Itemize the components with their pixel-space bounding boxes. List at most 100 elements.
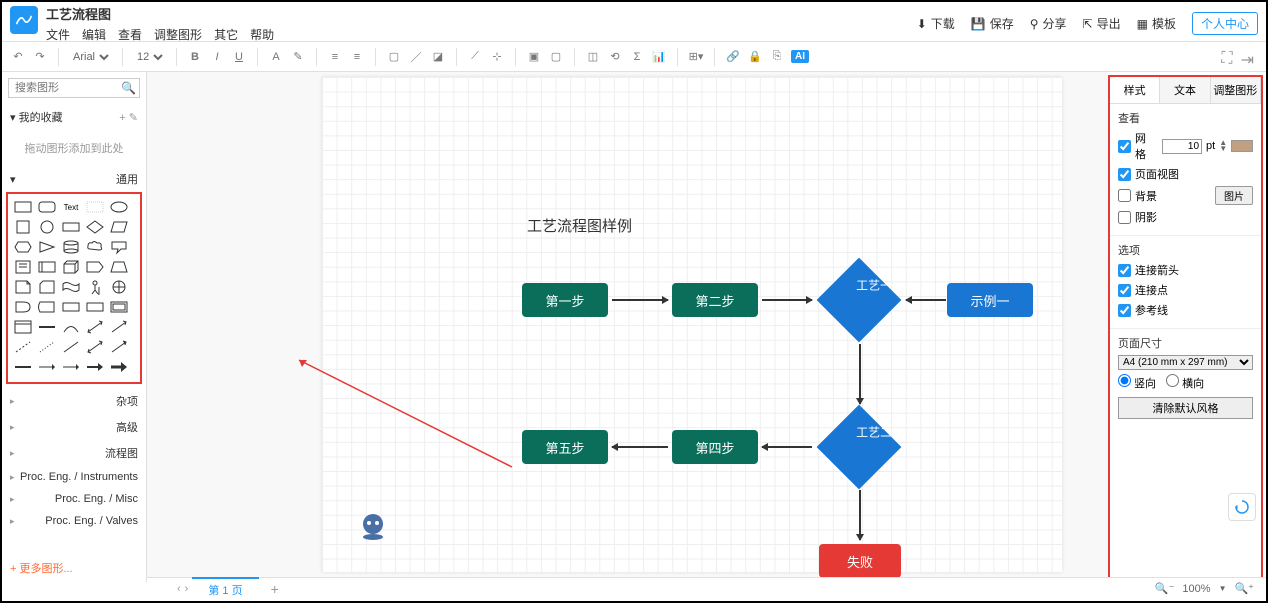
menu-help[interactable]: 帮助 [250, 26, 274, 43]
shape-conn3[interactable] [60, 358, 82, 376]
fontsize-select[interactable]: 12 [133, 50, 166, 64]
arrow-p2-4[interactable] [762, 446, 812, 448]
sigma-icon[interactable]: Σ [629, 49, 645, 65]
highlight-icon[interactable]: ✎ [290, 49, 306, 65]
shape-roundrect[interactable] [36, 198, 58, 216]
share-button[interactable]: ⚲分享 [1030, 15, 1067, 32]
assistant-robot-icon[interactable] [357, 510, 389, 542]
copy-icon[interactable]: ⎘ [769, 49, 785, 65]
diagram-title[interactable]: 工艺流程图样例 [527, 215, 632, 236]
shape-hexagon[interactable] [12, 238, 34, 256]
shape-tape[interactable] [60, 278, 82, 296]
proc-instruments-section[interactable]: Proc. Eng. / Instruments [2, 466, 146, 488]
connpoint-checkbox[interactable] [1118, 284, 1131, 297]
image-button[interactable]: 图片 [1215, 186, 1253, 205]
download-button[interactable]: ⬇下载 [917, 15, 955, 32]
canvas-page[interactable] [322, 77, 1062, 572]
canvas[interactable]: 工艺流程图样例 第一步 第二步 工艺一 示例一 第五步 第四步 工艺二 失败 [147, 72, 1108, 582]
grid-checkbox[interactable] [1118, 140, 1131, 153]
lock-icon[interactable]: 🔒 [747, 49, 763, 65]
shape-actor[interactable] [84, 278, 106, 296]
shape-conn1[interactable] [12, 358, 34, 376]
shape-doc[interactable] [12, 258, 34, 276]
connarrow-checkbox[interactable] [1118, 264, 1131, 277]
menu-edit[interactable]: 编辑 [82, 26, 106, 43]
arrow-p2-fail[interactable] [859, 490, 861, 540]
shape-square[interactable] [12, 218, 34, 236]
node-fail[interactable]: 失败 [819, 544, 901, 578]
portrait-radio[interactable] [1118, 374, 1131, 387]
guideline-checkbox[interactable] [1118, 304, 1131, 317]
flowchart-section[interactable]: 流程图 [2, 440, 146, 466]
menu-view[interactable]: 查看 [118, 26, 142, 43]
shape-and[interactable] [12, 298, 34, 316]
shape-textbox[interactable] [84, 198, 106, 216]
to-front-icon[interactable]: ▣ [526, 49, 542, 65]
table-icon[interactable]: ⊞▾ [688, 49, 704, 65]
save-button[interactable]: 💾保存 [971, 15, 1014, 32]
node-example1[interactable]: 示例一 [947, 283, 1033, 317]
shape-datastore[interactable] [36, 298, 58, 316]
node-step4[interactable]: 第四步 [672, 430, 758, 464]
shape-or[interactable] [108, 278, 130, 296]
search-icon[interactable]: 🔍 [121, 81, 136, 95]
shape-triangle[interactable] [36, 238, 58, 256]
shadow-checkbox[interactable] [1118, 211, 1131, 224]
templates-button[interactable]: ▦模板 [1137, 15, 1176, 32]
undo-icon[interactable]: ↶ [10, 49, 26, 65]
node-step2[interactable]: 第二步 [672, 283, 758, 317]
proc-valves-section[interactable]: Proc. Eng. / Valves [2, 510, 146, 532]
bold-icon[interactable]: B [187, 49, 203, 65]
shape-arrow[interactable] [108, 318, 130, 336]
underline-icon[interactable]: U [231, 49, 247, 65]
favorites-section[interactable]: ▾ 我的收藏 + ✎ [2, 104, 146, 130]
align-left-icon[interactable]: ≡ [327, 49, 343, 65]
align-center-icon[interactable]: ≡ [349, 49, 365, 65]
shape-biarrow[interactable] [84, 318, 106, 336]
fullscreen-icon[interactable]: ⛶ [1221, 50, 1232, 70]
shape-conn4[interactable] [84, 358, 106, 376]
grid-color-swatch[interactable] [1231, 140, 1253, 152]
connector-icon[interactable]: ⟋ [467, 49, 483, 65]
shape-callout[interactable] [108, 238, 130, 256]
shadow-icon[interactable]: ◪ [430, 49, 446, 65]
proc-misc-section[interactable]: Proc. Eng. / Misc [2, 488, 146, 510]
general-section[interactable]: ▾ 通用 [2, 166, 146, 192]
shape-frame[interactable] [12, 318, 34, 336]
pageview-checkbox[interactable] [1118, 168, 1131, 181]
font-select[interactable]: Arial [69, 50, 112, 64]
menu-other[interactable]: 其它 [214, 26, 238, 43]
shape-curve[interactable] [60, 318, 82, 336]
shape-step[interactable] [84, 258, 106, 276]
shape-biarrow2[interactable] [84, 338, 106, 356]
chart-icon[interactable]: 📊 [651, 49, 667, 65]
shape-dotline[interactable] [36, 338, 58, 356]
shape-conn2[interactable] [36, 358, 58, 376]
shape-card[interactable] [36, 278, 58, 296]
shape-dashline[interactable] [12, 338, 34, 356]
shape-hline[interactable] [36, 318, 58, 336]
shape-diamond[interactable] [84, 218, 106, 236]
shape-trapezoid[interactable] [108, 258, 130, 276]
shape-conn5[interactable] [108, 358, 130, 376]
landscape-radio[interactable] [1166, 374, 1179, 387]
misc-section[interactable]: 杂项 [2, 388, 146, 414]
link-icon[interactable]: 🔗 [725, 49, 741, 65]
shape-rect2[interactable] [60, 298, 82, 316]
text-color-icon[interactable]: A [268, 49, 284, 65]
export-button[interactable]: ⇱导出 [1083, 15, 1121, 32]
shape-text[interactable]: Text [60, 198, 82, 216]
advanced-section[interactable]: 高级 [2, 414, 146, 440]
add-page-button[interactable]: + [263, 581, 287, 597]
arrow-2-p1[interactable] [762, 299, 812, 301]
tab-style[interactable]: 样式 [1110, 77, 1160, 103]
grid-size-input[interactable] [1162, 139, 1202, 154]
shape-ellipse[interactable] [108, 198, 130, 216]
page-tab-1[interactable]: 第 1 页 [192, 577, 258, 601]
shape-line[interactable] [60, 338, 82, 356]
shape-internal[interactable] [36, 258, 58, 276]
shape-arrow2[interactable] [108, 338, 130, 356]
line-color-icon[interactable]: ／ [408, 49, 424, 65]
arrow-1-2[interactable] [612, 299, 668, 301]
tab-text[interactable]: 文本 [1160, 77, 1210, 103]
